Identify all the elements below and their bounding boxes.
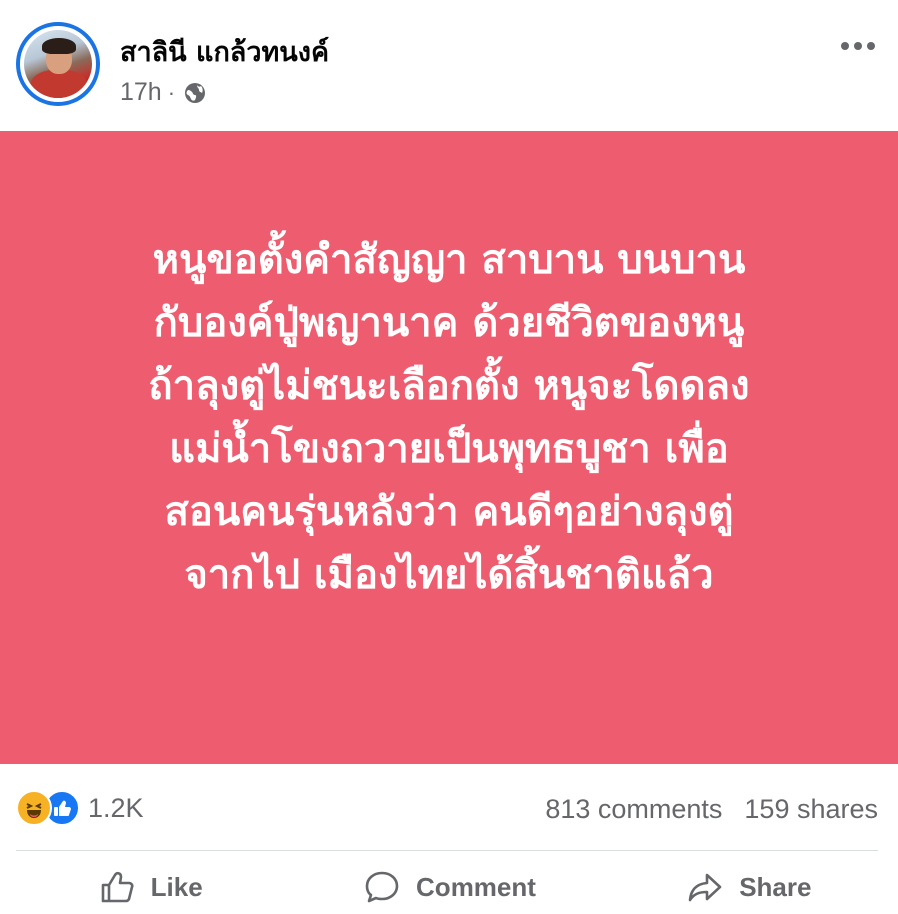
share-label: Share	[739, 871, 812, 902]
post-stats: 1.2K 813 comments 159 shares	[0, 776, 898, 842]
post-text-line: ถ้าลุงตู่ไม่ชนะเลือกตั้ง หนูจะโดดลง	[148, 363, 750, 409]
more-horizontal-icon[interactable]	[840, 40, 876, 52]
post-meta: 17h ·	[120, 78, 207, 107]
shares-count[interactable]: 159 shares	[744, 794, 878, 824]
comment-icon	[365, 871, 399, 903]
comment-label: Comment	[416, 871, 536, 902]
post-header: สาลินี แกล้วทนงค์ 17h ·	[0, 0, 898, 130]
comment-button[interactable]: Comment	[299, 860, 598, 914]
post-text-line: จากไป เมืองไทยได้สิ้นชาติแล้ว	[184, 552, 714, 598]
avatar[interactable]	[16, 22, 100, 106]
post-background: หนูขอตั้งคำสัญญา สาบาน บนบาน กับองค์ปู่พ…	[0, 131, 898, 764]
thumbs-up-icon	[101, 871, 134, 903]
reaction-count: 1.2K	[88, 792, 144, 823]
share-button[interactable]: Share	[599, 860, 898, 914]
like-button[interactable]: Like	[0, 860, 299, 914]
action-bar: Like Comment Share	[0, 860, 898, 914]
share-icon	[688, 873, 722, 902]
post-text-line: สอนคนรุ่นหลังว่า คนดีๆอย่างลุงตู่	[164, 489, 734, 535]
avatar-image	[24, 30, 92, 98]
comments-count[interactable]: 813 comments	[545, 794, 722, 824]
post-time[interactable]: 17h	[120, 78, 162, 107]
engagement-counts: 813 comments 159 shares	[545, 794, 878, 825]
haha-icon	[16, 790, 52, 826]
post-text-line: แม่น้ำโขงถวายเป็นพุทธบูชา เพื่อ	[169, 426, 729, 472]
post-text-line: หนูขอตั้งคำสัญญา สาบาน บนบาน	[152, 237, 746, 283]
meta-separator: ·	[167, 79, 176, 105]
like-label: Like	[150, 871, 203, 902]
post-text: หนูขอตั้งคำสัญญา สาบาน บนบาน กับองค์ปู่พ…	[0, 229, 898, 607]
divider	[16, 850, 878, 851]
author-name[interactable]: สาลินี แกล้วทนงค์	[120, 30, 329, 73]
reaction-summary[interactable]: 1.2K	[16, 790, 144, 826]
post-text-line: กับองค์ปู่พญานาค ด้วยชีวิตของหนู	[153, 300, 745, 346]
globe-icon[interactable]	[183, 81, 207, 105]
